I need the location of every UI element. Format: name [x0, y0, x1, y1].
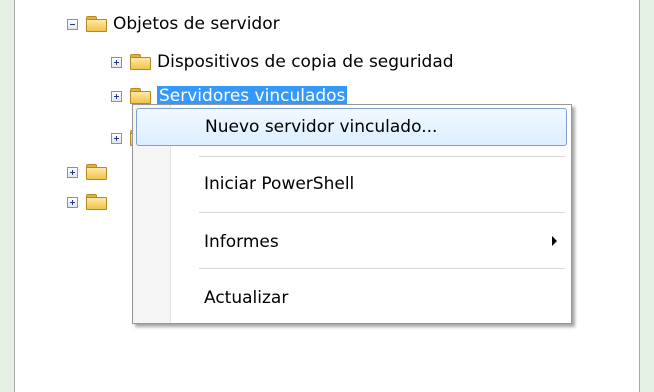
menu-item-new-linked-server[interactable]: Nuevo servidor vinculado... — [136, 108, 567, 146]
tree-node-sibling-2[interactable] — [67, 188, 113, 216]
menu-item-start-powershell[interactable]: Iniciar PowerShell — [136, 165, 567, 203]
folder-icon — [130, 54, 151, 70]
menu-item-reports[interactable]: Informes — [136, 223, 567, 261]
menu-item-refresh[interactable]: Actualizar — [136, 279, 567, 317]
expand-icon[interactable] — [67, 166, 78, 178]
menu-separator — [199, 156, 565, 157]
folder-icon — [130, 88, 151, 104]
collapse-icon[interactable] — [67, 18, 78, 30]
menu-item-label: Nuevo servidor vinculado... — [205, 117, 438, 137]
expand-icon[interactable] — [111, 90, 122, 102]
menu-item-label: Iniciar PowerShell — [204, 174, 355, 194]
folder-icon — [86, 164, 107, 180]
tree-node-sibling-1[interactable] — [67, 158, 113, 186]
menu-item-label: Informes — [204, 232, 279, 252]
menu-separator — [199, 212, 565, 213]
tree-node-backup-devices[interactable]: Dispositivos de copia de seguridad — [111, 48, 454, 76]
menu-item-label: Actualizar — [204, 288, 289, 308]
expand-icon[interactable] — [111, 56, 122, 68]
context-menu: Nuevo servidor vinculado... Iniciar Powe… — [132, 104, 572, 324]
object-explorer-panel: Objetos de servidor Dispositivos de copi… — [14, 0, 640, 392]
expand-icon[interactable] — [111, 132, 122, 144]
folder-icon — [86, 16, 107, 32]
tree-node-label: Servidores vinculados — [157, 86, 348, 106]
tree-node-label: Dispositivos de copia de seguridad — [157, 52, 454, 72]
submenu-arrow-icon — [552, 236, 557, 246]
tree-node-label: Objetos de servidor — [113, 14, 280, 34]
menu-separator — [199, 268, 565, 269]
expand-icon[interactable] — [67, 196, 78, 208]
tree-node-server-objects[interactable]: Objetos de servidor — [67, 10, 280, 38]
folder-icon — [86, 194, 107, 210]
